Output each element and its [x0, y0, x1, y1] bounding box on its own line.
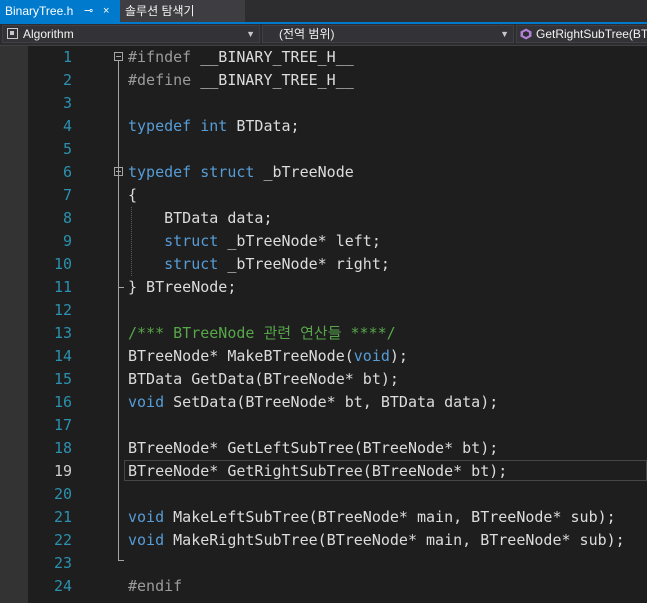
- line-code: typedef int BTData;: [128, 117, 300, 135]
- code-line[interactable]: 20: [0, 483, 647, 506]
- code-line[interactable]: 1 #ifndef __BINARY_TREE_H__: [0, 46, 647, 69]
- code-line[interactable]: 7{: [0, 184, 647, 207]
- navigation-bar: Algorithm ▼ (전역 범위) ▼ GetRightSubTree(BT…: [0, 24, 647, 46]
- line-number: 10: [53, 255, 72, 273]
- code-line[interactable]: 21 void MakeLeftSubTree(BTreeNode* main, …: [0, 506, 647, 529]
- line-code: struct _bTreeNode* right;: [164, 255, 390, 273]
- line-code: #ifndef __BINARY_TREE_H__: [128, 48, 354, 66]
- member-dropdown[interactable]: GetRightSubTree(BTreeNode* bt): [516, 25, 647, 43]
- line-number: 23: [53, 554, 72, 572]
- code-line[interactable]: 19 BTreeNode* GetRightSubTree(BTreeNode* …: [0, 460, 647, 483]
- code-line[interactable]: 3: [0, 92, 647, 115]
- scope-name: (전역 범위): [279, 27, 335, 41]
- line-number: 24: [53, 577, 72, 595]
- line-number: 8: [62, 209, 72, 227]
- line-code: BTreeNode* MakeBTreeNode(void);: [128, 347, 408, 365]
- line-number: 1: [62, 48, 72, 66]
- line-code: #endif: [128, 577, 183, 595]
- code-line[interactable]: 13 /*** BTreeNode 관련 연산들 ****/: [0, 322, 647, 345]
- line-number: 22: [53, 531, 72, 549]
- line-number: 9: [62, 232, 72, 250]
- line-number: 13: [53, 324, 72, 342]
- tab-label: BinaryTree.h: [5, 4, 74, 18]
- code-line[interactable]: 16 void SetData(BTreeNode* bt, BTData dat…: [0, 391, 647, 414]
- line-number: 14: [53, 347, 72, 365]
- chevron-down-icon: ▼: [246, 29, 255, 39]
- project-icon: [7, 28, 18, 39]
- code-line[interactable]: 15 BTData GetData(BTreeNode* bt);: [0, 368, 647, 391]
- line-number: 6: [62, 163, 72, 181]
- line-number: 18: [53, 439, 72, 457]
- line-code: BTreeNode* GetRightSubTree(BTreeNode* bt…: [128, 462, 508, 480]
- line-code: void SetData(BTreeNode* bt, BTData data)…: [128, 393, 499, 411]
- code-line[interactable]: 8 BTData data;: [0, 207, 647, 230]
- code-line[interactable]: 11 } BTreeNode;: [0, 276, 647, 299]
- line-code: struct _bTreeNode* left;: [164, 232, 381, 250]
- line-number: 16: [53, 393, 72, 411]
- line-number: 20: [53, 485, 72, 503]
- code-line[interactable]: 12: [0, 299, 647, 322]
- line-number: 5: [62, 140, 72, 158]
- code-line[interactable]: 2 #define __BINARY_TREE_H__: [0, 69, 647, 92]
- project-dropdown[interactable]: Algorithm ▼: [2, 25, 260, 43]
- line-code: void MakeLeftSubTree(BTreeNode* main, BT…: [128, 508, 616, 526]
- line-code: } BTreeNode;: [128, 278, 237, 296]
- line-code: #define __BINARY_TREE_H__: [128, 71, 354, 89]
- code-line[interactable]: 23: [0, 552, 647, 575]
- close-icon[interactable]: ×: [103, 0, 109, 22]
- line-code: void MakeRightSubTree(BTreeNode* main, B…: [128, 531, 625, 549]
- code-line[interactable]: 9 struct _bTreeNode* left;: [0, 230, 647, 253]
- line-code: BTData GetData(BTreeNode* bt);: [128, 370, 399, 388]
- code-editor[interactable]: 1 #ifndef __BINARY_TREE_H__ 2 #define __BIN…: [0, 46, 647, 603]
- method-icon: [520, 28, 532, 40]
- line-number: 19: [53, 462, 72, 480]
- tab-label: 솔루션 탐색기: [125, 4, 195, 18]
- code-line[interactable]: 17: [0, 414, 647, 437]
- line-number: 2: [62, 71, 72, 89]
- line-number: 4: [62, 117, 72, 135]
- line-code: {: [128, 186, 138, 204]
- line-number: 3: [62, 94, 72, 112]
- code-line[interactable]: 10 struct _bTreeNode* right;: [0, 253, 647, 276]
- line-code: typedef struct _bTreeNode: [128, 163, 354, 181]
- line-code: /*** BTreeNode 관련 연산들 ****/: [128, 324, 396, 342]
- tab-binarytree-h[interactable]: BinaryTree.h ⊸ ×: [0, 0, 120, 22]
- line-code: BTData data;: [128, 209, 273, 227]
- document-tab-bar: BinaryTree.h ⊸ × 솔루션 탐색기: [0, 0, 647, 22]
- line-number: 12: [53, 301, 72, 319]
- line-code: BTreeNode* GetLeftSubTree(BTreeNode* bt)…: [128, 439, 499, 457]
- line-number: 21: [53, 508, 72, 526]
- line-number: 15: [53, 370, 72, 388]
- pin-icon[interactable]: ⊸: [84, 0, 93, 22]
- line-number: 7: [62, 186, 72, 204]
- project-name: Algorithm: [23, 27, 74, 41]
- tab-solution-explorer[interactable]: 솔루션 탐색기: [120, 0, 245, 22]
- line-number: 17: [53, 416, 72, 434]
- code-line[interactable]: 6 typedef struct _bTreeNode: [0, 161, 647, 184]
- code-line[interactable]: 22 void MakeRightSubTree(BTreeNode* main,…: [0, 529, 647, 552]
- code-line[interactable]: 24 #endif: [0, 575, 647, 598]
- scope-dropdown[interactable]: (전역 범위) ▼: [262, 25, 514, 43]
- line-number: 11: [53, 278, 72, 296]
- member-name: GetRightSubTree(BTreeNode* bt): [536, 27, 647, 41]
- code-line[interactable]: 14 BTreeNode* MakeBTreeNode(void);: [0, 345, 647, 368]
- chevron-down-icon: ▼: [500, 29, 509, 39]
- code-line[interactable]: 18 BTreeNode* GetLeftSubTree(BTreeNode* b…: [0, 437, 647, 460]
- code-line[interactable]: 4 typedef int BTData;: [0, 115, 647, 138]
- code-line[interactable]: 5: [0, 138, 647, 161]
